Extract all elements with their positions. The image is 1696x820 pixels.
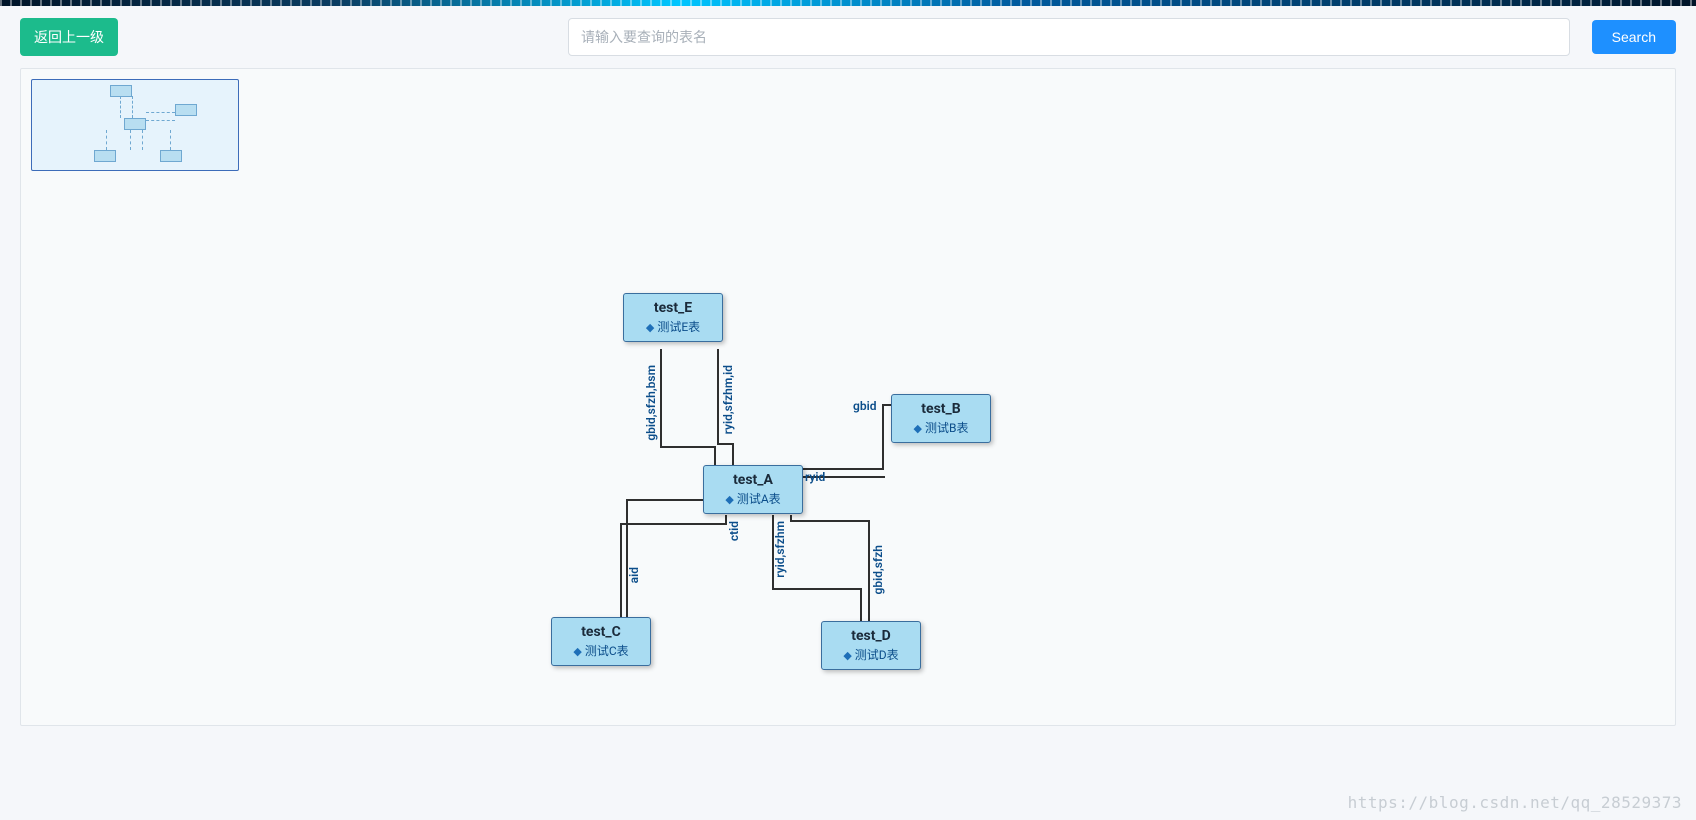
minimap-edge [130, 130, 131, 150]
edge-label: ctid [727, 521, 741, 541]
minimap-node [160, 150, 182, 162]
node-title: test_E [628, 300, 718, 316]
diagram-canvas[interactable]: test_E 测试E表 test_B 测试B表 test_A 测试A表 test… [20, 68, 1676, 726]
minimap-edge [132, 96, 133, 118]
node-test-c[interactable]: test_C 测试C表 [551, 617, 651, 666]
minimap-node [94, 150, 116, 162]
minimap-edge [170, 130, 171, 150]
node-test-e[interactable]: test_E 测试E表 [623, 293, 723, 342]
node-subtitle: 测试B表 [896, 419, 986, 436]
search-button[interactable]: Search [1592, 20, 1676, 54]
top-accent-bar [0, 0, 1696, 6]
minimap-edge [106, 130, 107, 150]
node-subtitle: 测试A表 [708, 490, 798, 507]
node-title: test_D [826, 628, 916, 644]
minimap-node [110, 85, 132, 97]
edge-label: aid [627, 567, 641, 583]
back-button[interactable]: 返回上一级 [20, 18, 118, 56]
toolbar: 返回上一级 Search [0, 6, 1696, 68]
node-subtitle: 测试D表 [826, 646, 916, 663]
edge-label: ryid,sfzhm,id [721, 365, 735, 434]
minimap-edge [146, 120, 175, 121]
node-test-b[interactable]: test_B 测试B表 [891, 394, 991, 443]
node-subtitle: 测试E表 [628, 318, 718, 335]
node-test-a[interactable]: test_A 测试A表 [703, 465, 803, 514]
minimap-node [175, 104, 197, 116]
minimap-edge [120, 96, 121, 118]
search-input[interactable] [568, 18, 1570, 56]
node-title: test_A [708, 472, 798, 488]
edge-label: gbid,sfzh,bsm [644, 365, 658, 441]
node-test-d[interactable]: test_D 测试D表 [821, 621, 921, 670]
node-title: test_C [556, 624, 646, 640]
watermark: https://blog.csdn.net/qq_28529373 [1348, 793, 1682, 812]
edge-label: gbid,sfzh [871, 545, 885, 594]
minimap[interactable] [31, 79, 239, 171]
edge-label: ryid,sfzhm [773, 521, 787, 578]
minimap-edge [142, 130, 143, 150]
minimap-edge [146, 112, 175, 113]
edge-label: gbid [853, 399, 876, 413]
edge-label: ryid [805, 470, 825, 484]
minimap-node [124, 118, 146, 130]
node-title: test_B [896, 401, 986, 417]
node-subtitle: 测试C表 [556, 642, 646, 659]
